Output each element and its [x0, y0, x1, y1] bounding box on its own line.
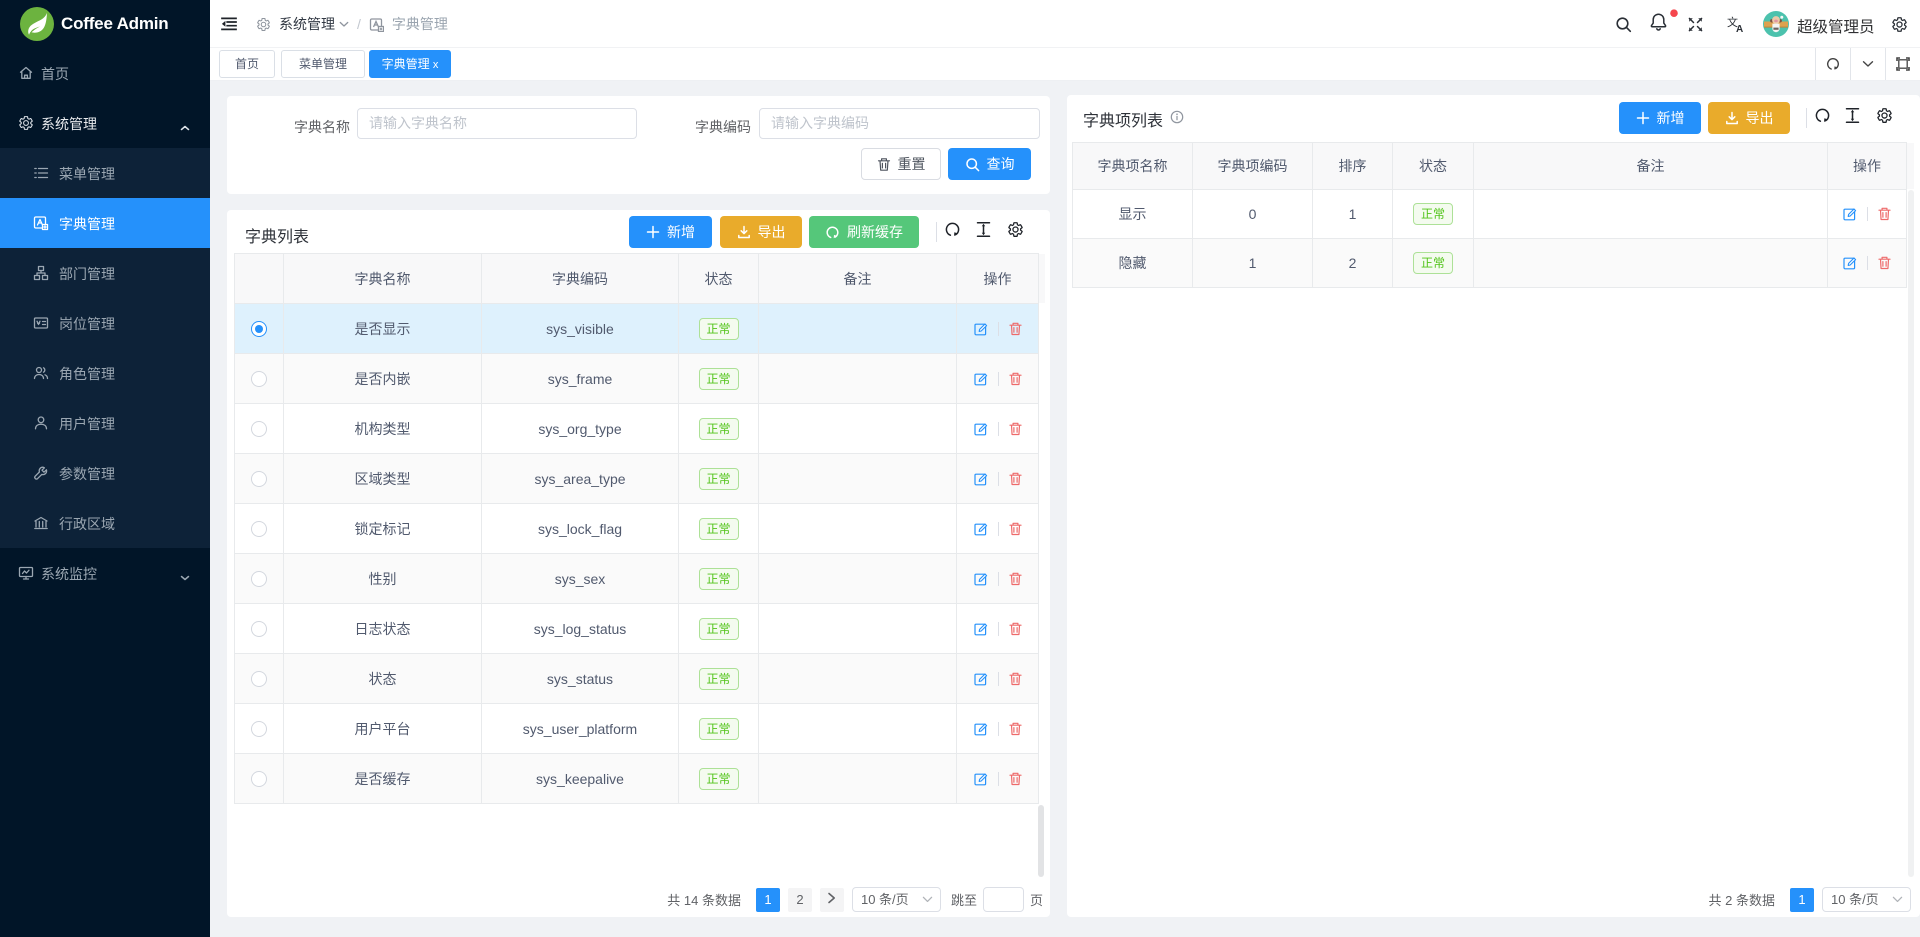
- svg-text:A: A: [1736, 24, 1743, 33]
